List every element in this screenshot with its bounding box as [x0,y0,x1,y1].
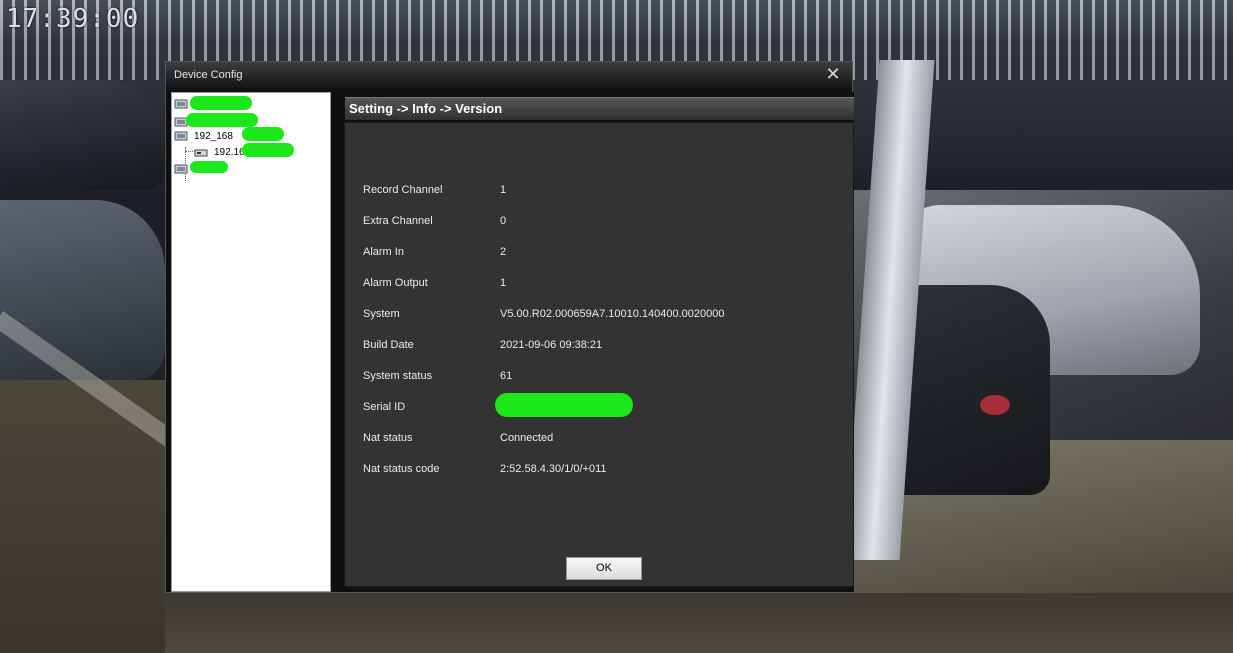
info-label: Nat status [363,432,413,444]
info-value: V5.00.R02.000659A7.10010.140400.0020000 [500,308,725,320]
redaction-mark [190,96,252,110]
info-row: Nat status Connected [363,432,843,446]
device-config-dialog: Device Config ✕ 192_168 192.168 Setting … [165,61,854,593]
info-label: System status [363,370,433,382]
info-value: 61 [500,370,513,382]
version-info-panel: Record Channel 1 Extra Channel 0 Alarm I… [344,122,854,587]
info-row: Extra Channel 0 [363,215,843,229]
info-label: Alarm In [363,246,404,258]
camera-timestamp: 17:39:00 [6,4,140,34]
info-label: Serial ID [363,401,406,413]
tree-item-label: 192_168 [194,130,233,142]
device-group-icon [174,164,188,174]
info-value: 1 [500,184,507,196]
redaction-mark [242,143,294,157]
info-value: Connected [500,432,554,444]
dvr-device-icon [194,149,208,157]
info-row: System status 61 [363,370,843,384]
info-value: 2:52.58.4.30/1/0/+011 [500,463,607,475]
title-bar[interactable]: Device Config ✕ [166,62,852,90]
info-row: Alarm Output 1 [363,277,843,291]
tree-item[interactable]: 192_168 [174,128,233,144]
tail-light [980,395,1010,415]
info-label: Build Date [363,339,414,351]
content-pane: Setting -> Info -> Version Record Channe… [342,92,854,592]
info-label: Nat status code [363,463,440,475]
info-label: Record Channel [363,184,443,196]
redaction-mark [242,127,284,141]
info-label: System [363,308,400,320]
info-label: Alarm Output [363,277,428,289]
info-row: Record Channel 1 [363,184,843,198]
info-row: Nat status code 2:52.58.4.30/1/0/+011 [363,463,843,477]
device-group-icon [174,99,188,109]
parked-car [0,80,165,190]
redaction-mark [190,161,228,173]
ground [165,593,1233,653]
breadcrumb: Setting -> Info -> Version [345,97,854,120]
redaction-mark [186,113,258,127]
breadcrumb-text: Setting -> Info -> Version [349,101,503,116]
ok-button[interactable]: OK [566,557,642,580]
parked-car [0,200,165,380]
device-group-icon [174,131,188,141]
device-tree[interactable]: 192_168 192.168 [171,92,331,592]
info-value: 0 [500,215,507,227]
redaction-mark [495,393,633,417]
info-row: Alarm In 2 [363,246,843,260]
info-value: 2021-09-06 09:38:21 [500,339,603,351]
info-label: Extra Channel [363,215,433,227]
info-value: 2 [500,246,507,258]
info-row: System V5.00.R02.000659A7.10010.140400.0… [363,308,843,322]
info-value: 1 [500,277,507,289]
info-row: Build Date 2021-09-06 09:38:21 [363,339,843,353]
close-icon[interactable]: ✕ [824,66,842,84]
dialog-title: Device Config [174,69,243,81]
